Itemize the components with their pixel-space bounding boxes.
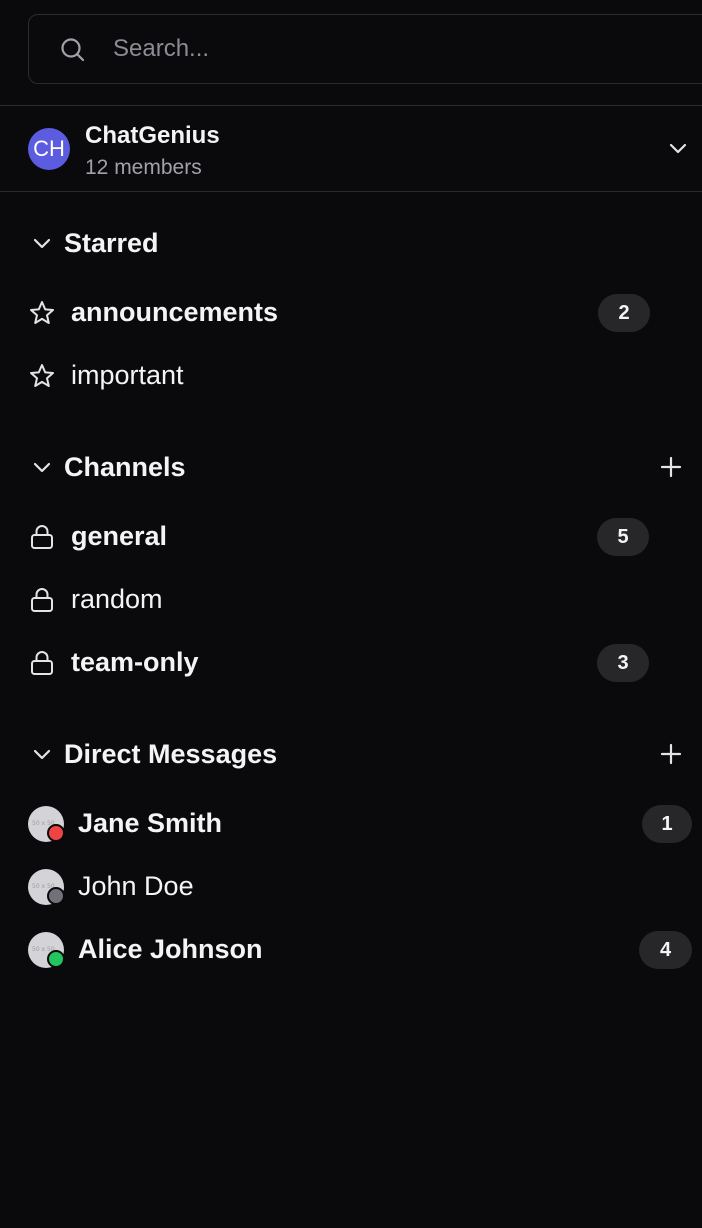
- section-title-direct-messages: Direct Messages: [64, 739, 278, 769]
- status-indicator: [47, 950, 65, 968]
- workspace-member-count: 12 members: [85, 156, 202, 179]
- channel-item-general[interactable]: general 5: [0, 510, 702, 564]
- dm-item-alice-johnson[interactable]: 50 x 50 Alice Johnson 4: [0, 923, 702, 977]
- channel-item-label: general: [71, 521, 168, 551]
- chevron-down-icon[interactable]: [31, 743, 53, 765]
- starred-item-label: announcements: [71, 297, 279, 327]
- channels-section-header[interactable]: Channels: [0, 447, 702, 487]
- starred-item-announcements[interactable]: announcements 2: [0, 286, 702, 340]
- status-indicator: [47, 824, 65, 842]
- channel-item-random[interactable]: random: [0, 573, 702, 627]
- section-title-starred: Starred: [64, 228, 159, 258]
- unread-badge: 5: [597, 518, 649, 556]
- workspace-header[interactable]: CH ChatGenius 12 members: [0, 106, 702, 192]
- add-dm-icon[interactable]: [658, 741, 684, 767]
- unread-badge: 1: [642, 805, 692, 843]
- star-icon: [30, 301, 54, 324]
- dm-item-label: Jane Smith: [78, 808, 223, 838]
- add-channel-icon[interactable]: [658, 454, 684, 480]
- lock-icon: [31, 588, 53, 612]
- channel-item-label: random: [71, 584, 163, 614]
- sidebar: CH ChatGenius 12 members Starred announc…: [0, 0, 702, 1228]
- dm-item-label: John Doe: [78, 871, 194, 901]
- dm-item-john-doe[interactable]: 50 x 50 John Doe: [0, 860, 702, 914]
- search-input[interactable]: [113, 25, 673, 73]
- star-icon: [30, 364, 54, 387]
- lock-icon: [31, 651, 53, 675]
- workspace-name: ChatGenius: [85, 122, 220, 149]
- search-icon: [61, 38, 85, 62]
- status-indicator: [47, 887, 65, 905]
- dm-item-label: Alice Johnson: [78, 934, 263, 964]
- channel-item-label: team-only: [71, 647, 199, 677]
- workspace-avatar: CH: [28, 128, 70, 170]
- starred-item-label: important: [71, 360, 184, 390]
- search-box[interactable]: [28, 14, 702, 84]
- chevron-down-icon[interactable]: [666, 136, 690, 160]
- unread-badge: 4: [639, 931, 692, 969]
- dm-section-header[interactable]: Direct Messages: [0, 734, 702, 774]
- unread-badge: 2: [598, 294, 650, 332]
- search-section: [0, 0, 702, 106]
- lock-icon: [31, 525, 53, 549]
- dm-item-jane-smith[interactable]: 50 x 50 Jane Smith 1: [0, 797, 702, 851]
- chevron-down-icon[interactable]: [31, 456, 53, 478]
- starred-section-header[interactable]: Starred: [0, 223, 702, 263]
- chevron-down-icon[interactable]: [31, 232, 53, 254]
- starred-item-important[interactable]: important: [0, 349, 702, 403]
- section-title-channels: Channels: [64, 452, 186, 482]
- channel-item-team-only[interactable]: team-only 3: [0, 636, 702, 690]
- unread-badge: 3: [597, 644, 649, 682]
